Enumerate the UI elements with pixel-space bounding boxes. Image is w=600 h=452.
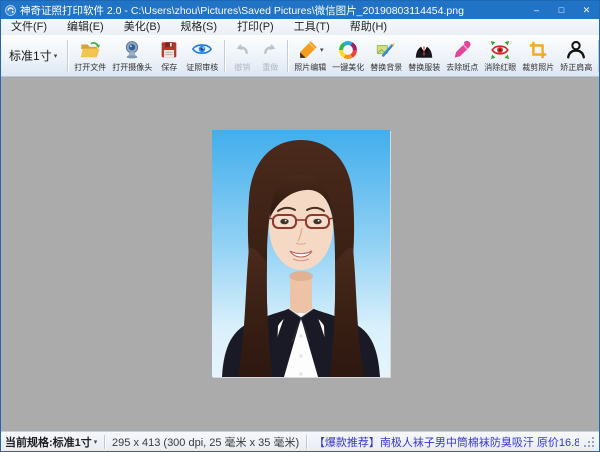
one-click-beautify-button[interactable]: 一键美化 [329, 36, 367, 76]
replace-background-button[interactable]: 替换背景 [367, 36, 405, 76]
chevron-down-icon: ▾ [94, 438, 98, 446]
photo-edit-button[interactable]: ▾ 照片编辑 [291, 36, 329, 76]
replace-clothes-icon [413, 39, 435, 61]
current-spec[interactable]: 当前规格: 标准1寸 ▾ [5, 434, 97, 450]
remove-spots-icon [451, 39, 473, 61]
toolbar: 标准1寸 ▾ 打开文件 打开摄像头 [1, 35, 599, 77]
toolbar-separator [67, 40, 68, 72]
chevron-down-icon: ▾ [54, 52, 58, 60]
id-portrait-photo[interactable] [212, 130, 390, 377]
shoulder-align-icon [565, 39, 587, 61]
window-title: 神奇证照打印软件 2.0 - C:\Users\zhou\Pictures\Sa… [20, 3, 524, 18]
chevron-down-icon: ▾ [320, 46, 324, 54]
menu-bar: 文件(F) 编辑(E) 美化(B) 规格(S) 打印(P) 工具(T) 帮助(H… [1, 19, 599, 35]
maximize-button[interactable]: □ [549, 1, 574, 19]
photo-dimensions: 295 x 413 (300 dpi, 25 毫米 x 35 毫米) [112, 434, 299, 450]
statusbar-separator [306, 435, 307, 449]
button-label: 证照审核 [186, 62, 218, 73]
toolbar-separator [287, 40, 288, 72]
eye-review-icon [191, 39, 213, 61]
statusbar-separator [104, 435, 105, 449]
button-label: 一键美化 [332, 62, 364, 73]
remove-spots-button[interactable]: 去除斑点 [443, 36, 481, 76]
app-logo-icon [5, 5, 16, 16]
current-spec-value: 标准1寸 [53, 434, 92, 450]
status-bar: 当前规格: 标准1寸 ▾ 295 x 413 (300 dpi, 25 毫米 x… [1, 431, 599, 451]
toolbar-separator [224, 40, 225, 72]
button-label: 打开文件 [74, 62, 106, 73]
replace-background-icon [375, 39, 397, 61]
size-preset-label: 标准1寸 [9, 47, 52, 64]
photo-canvas[interactable] [1, 77, 599, 431]
open-camera-button[interactable]: 打开摄像头 [109, 36, 155, 76]
folder-open-icon [79, 39, 101, 61]
undo-icon [231, 39, 253, 61]
open-file-button[interactable]: 打开文件 [71, 36, 109, 76]
button-label: 裁剪照片 [522, 62, 554, 73]
menu-spec[interactable]: 规格(S) [170, 19, 227, 35]
save-button[interactable]: 保存 [155, 36, 183, 76]
minimize-button[interactable]: – [524, 1, 549, 19]
undo-button[interactable]: 撤销 [228, 36, 256, 76]
title-bar: 神奇证照打印软件 2.0 - C:\Users\zhou\Pictures\Sa… [1, 1, 599, 19]
replace-clothes-button[interactable]: 替换服装 [405, 36, 443, 76]
button-label: 撤销 [234, 62, 250, 73]
shoulder-align-button[interactable]: 矫正肩高 [557, 36, 595, 76]
current-spec-label: 当前规格: [5, 434, 53, 450]
button-label: 去除斑点 [446, 62, 478, 73]
menu-file[interactable]: 文件(F) [1, 19, 57, 35]
app-window: 神奇证照打印软件 2.0 - C:\Users\zhou\Pictures\Sa… [0, 0, 600, 452]
menu-tools[interactable]: 工具(T) [284, 19, 340, 35]
menu-beautify[interactable]: 美化(B) [114, 19, 171, 35]
menu-print[interactable]: 打印(P) [227, 19, 284, 35]
promo-ad-link[interactable]: 【爆款推荐】南极人袜子男中筒棉袜防臭吸汗 原价16.80元，券后价仅6.80元 [314, 434, 579, 450]
menu-help[interactable]: 帮助(H) [340, 19, 397, 35]
photo-review-button[interactable]: 证照审核 [183, 36, 221, 76]
webcam-icon [121, 39, 143, 61]
close-button[interactable]: ✕ [574, 1, 599, 19]
save-icon [158, 39, 180, 61]
button-label: 矫正肩高 [560, 62, 592, 73]
remove-redeye-icon [489, 39, 511, 61]
button-label: 替换服装 [408, 62, 440, 73]
button-label: 消除红眼 [484, 62, 516, 73]
pencil-icon [297, 39, 319, 61]
button-label: 打开摄像头 [112, 62, 152, 73]
menu-edit[interactable]: 编辑(E) [57, 19, 114, 35]
redo-button[interactable]: 重做 [256, 36, 284, 76]
crop-icon [527, 39, 549, 61]
resize-grip[interactable] [583, 436, 595, 448]
color-wheel-icon [337, 39, 359, 61]
toolbar-separator [598, 40, 599, 72]
redo-icon [259, 39, 281, 61]
remove-redeye-button[interactable]: 消除红眼 [481, 36, 519, 76]
size-preset-dropdown[interactable]: 标准1寸 ▾ [3, 39, 64, 73]
window-controls: – □ ✕ [524, 1, 599, 19]
button-label: 照片编辑 [294, 62, 326, 73]
button-label: 重做 [262, 62, 278, 73]
button-label: 保存 [161, 62, 177, 73]
button-label: 替换背景 [370, 62, 402, 73]
crop-photo-button[interactable]: 裁剪照片 [519, 36, 557, 76]
